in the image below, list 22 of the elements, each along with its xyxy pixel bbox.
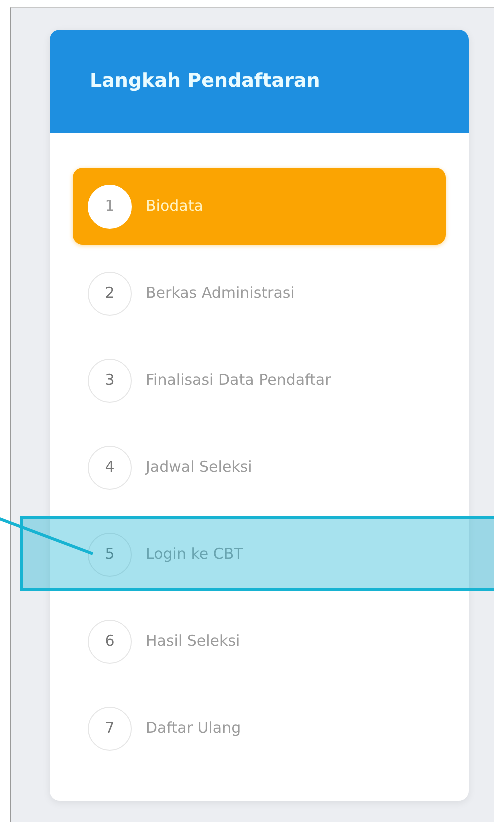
step-label: Biodata [146,196,204,218]
step-number: 5 [88,532,132,576]
step-number: 7 [88,706,132,750]
step-number: 2 [88,272,132,316]
step-item[interactable]: 5 Login ke CBT [73,516,446,593]
step-item[interactable]: 7 Daftar Ulang [73,690,446,767]
step-item[interactable]: 2 Berkas Administrasi [73,255,446,332]
step-number: 4 [88,446,132,490]
step-label: Login ke CBT [146,544,244,566]
step-item[interactable]: 6 Hasil Seleksi [73,603,446,680]
step-item[interactable]: 4 Jadwal Seleksi [73,429,446,506]
step-label: Berkas Administrasi [146,283,295,304]
step-number: 3 [88,358,132,402]
step-number: 6 [88,620,132,664]
step-label: Finalisasi Data Pendaftar [146,370,332,392]
step-label: Jadwal Seleksi [146,457,252,478]
step-item[interactable]: 1 Biodata [73,168,446,245]
step-label: Hasil Seleksi [146,631,240,652]
card-title: Langkah Pendaftaran [90,69,320,94]
step-item[interactable]: 3 Finalisasi Data Pendaftar [73,342,446,419]
step-number: 1 [88,184,132,228]
step-label: Daftar Ulang [146,718,242,740]
